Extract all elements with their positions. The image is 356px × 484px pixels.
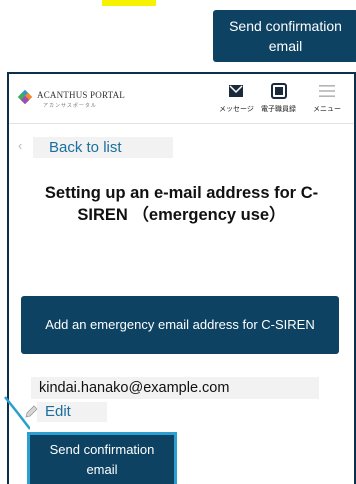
add-button-label: Add an emergency email address for C-SIR…: [45, 317, 315, 332]
envelope-icon: [229, 82, 244, 100]
callout-pointer-line: [4, 396, 30, 430]
portal-logo[interactable]: ACANTHUS PORTAL アカンサスポータル: [17, 89, 125, 109]
page-title: Setting up an e-mail address for C-SIREN…: [44, 184, 319, 224]
logo-diamond-icon: [17, 89, 33, 105]
logo-text: ACANTHUS PORTAL: [37, 90, 125, 100]
nav-staff-directory[interactable]: 電子職員録: [261, 82, 296, 114]
send-button-label: Send confirmation email: [49, 442, 155, 477]
send-confirmation-callout-button[interactable]: Send confirmation email: [213, 10, 356, 62]
chevron-left-icon: ‹: [18, 138, 23, 153]
callout-label: Send confirmation email: [229, 18, 342, 54]
nav-messages[interactable]: メッセージ: [219, 82, 254, 114]
back-to-list-link[interactable]: Back to list: [33, 137, 173, 158]
logo-subtext: アカンサスポータル: [43, 103, 97, 109]
back-row: ‹ Back to list: [9, 134, 354, 160]
app-header: ACANTHUS PORTAL アカンサスポータル メッセージ 電子職員録 メニ…: [9, 74, 354, 124]
nav-menu-label: メニュー: [313, 106, 341, 113]
highlight-marker: [102, 0, 156, 6]
screenshot-page: Send confirmation email ACANTHUS PORTAL …: [0, 0, 356, 484]
registered-email: kindai.hanako@example.com: [31, 377, 319, 399]
staff-directory-icon: [270, 82, 287, 100]
add-emergency-email-button[interactable]: Add an emergency email address for C-SIR…: [21, 296, 339, 354]
nav-staff-label: 電子職員録: [261, 106, 296, 113]
hamburger-menu-icon: [319, 82, 335, 100]
phone-screen: ACANTHUS PORTAL アカンサスポータル メッセージ 電子職員録 メニ…: [7, 72, 356, 484]
nav-menu[interactable]: メニュー: [313, 82, 341, 114]
edit-link[interactable]: Edit: [37, 402, 107, 422]
send-confirmation-button[interactable]: Send confirmation email: [27, 432, 177, 484]
nav-messages-label: メッセージ: [219, 106, 254, 113]
